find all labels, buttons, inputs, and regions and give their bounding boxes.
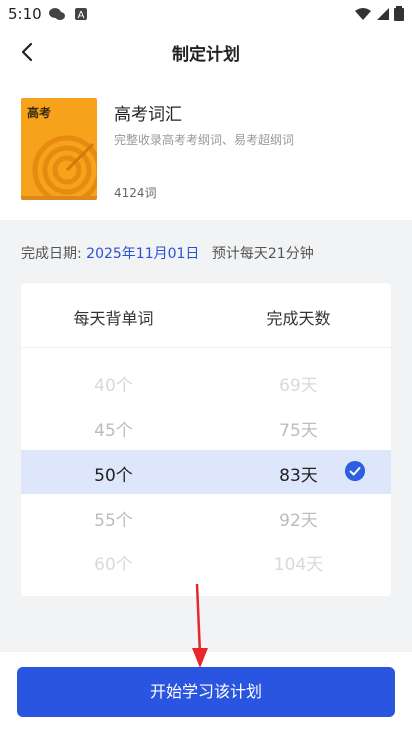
picker-divider	[21, 347, 391, 348]
daily-words-option: 55个	[94, 511, 133, 531]
completion-days-option: 92天	[279, 511, 318, 531]
daily-words-option: 45个	[94, 421, 133, 441]
plan-summary: 完成日期: 2025年11月01日 预计每天21分钟	[21, 243, 314, 263]
completion-date-label: 完成日期:	[21, 246, 82, 262]
book-cover-edge	[21, 196, 97, 200]
svg-text:A: A	[78, 10, 85, 21]
top-navigation: 制定计划	[0, 28, 412, 74]
picker-option-selected[interactable]: 50个 83天	[21, 450, 391, 494]
app-a-icon: A	[75, 8, 87, 21]
plan-picker: 每天背单词 完成天数 40个 69天 45个 75天 50个 83天 55个 9…	[21, 283, 391, 596]
completion-days-header: 完成天数	[266, 309, 331, 328]
book-info-card: 高考 高考词汇 完整收录高考考纲词、易考超纲词 4124词	[0, 74, 412, 220]
page-title: 制定计划	[172, 45, 240, 65]
start-plan-button[interactable]: 开始学习该计划	[17, 667, 395, 717]
book-name: 高考词汇	[114, 105, 182, 125]
book-description: 完整收录高考考纲词、易考超纲词	[114, 133, 295, 147]
picker-option[interactable]: 60个 104天	[21, 539, 391, 583]
daily-estimate: 预计每天21分钟	[211, 246, 314, 262]
daily-words-option: 50个	[94, 466, 133, 486]
status-time: 5:10	[8, 5, 42, 23]
target-icon	[32, 135, 97, 200]
picker-option[interactable]: 55个 92天	[21, 495, 391, 539]
signal-icon	[377, 7, 389, 20]
picker-option[interactable]: 45个 75天	[21, 405, 391, 449]
completion-days-option: 104天	[273, 555, 324, 575]
completion-date-value: 2025年11月01日	[86, 246, 200, 262]
check-icon	[345, 461, 365, 481]
completion-days-option: 75天	[279, 421, 318, 441]
book-cover: 高考	[21, 98, 97, 200]
book-word-count: 4124词	[114, 186, 157, 200]
status-bar: 5:10 A	[0, 0, 412, 28]
annotation-arrow-icon	[192, 583, 208, 668]
completion-days-option: 69天	[279, 376, 318, 396]
daily-words-option: 40个	[94, 376, 133, 396]
picker-option[interactable]: 40个 69天	[21, 360, 391, 404]
chat-app-icon	[49, 8, 65, 20]
battery-icon	[394, 6, 404, 21]
daily-words-header: 每天背单词	[73, 309, 154, 328]
wifi-icon	[355, 7, 371, 20]
daily-words-option: 60个	[94, 555, 133, 575]
